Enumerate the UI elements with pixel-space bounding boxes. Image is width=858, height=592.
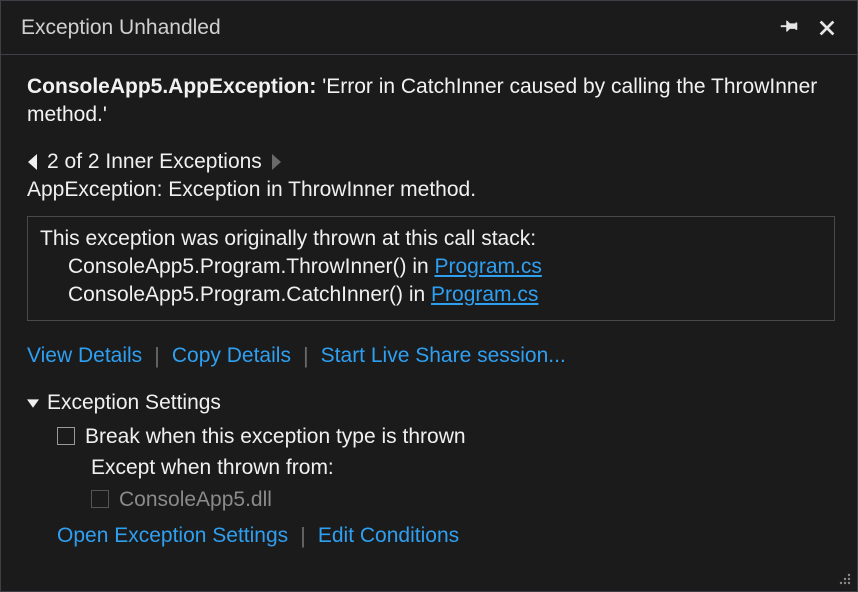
exception-settings-label: Exception Settings	[47, 391, 221, 415]
window-title: Exception Unhandled	[21, 16, 767, 40]
stack-file-link[interactable]: Program.cs	[431, 283, 538, 306]
settings-link-row: Open Exception Settings | Edit Condition…	[27, 523, 835, 549]
pin-icon[interactable]	[773, 12, 805, 44]
next-inner-icon	[270, 154, 282, 170]
inner-exception-desc: AppException: Exception in ThrowInner me…	[27, 178, 835, 202]
title-bar: Exception Unhandled	[1, 1, 857, 55]
live-share-link[interactable]: Start Live Share session...	[321, 344, 566, 368]
call-stack-intro: This exception was originally thrown at …	[40, 225, 822, 253]
break-when-label: Break when this exception type is thrown	[85, 421, 466, 453]
open-exception-settings-link[interactable]: Open Exception Settings	[57, 524, 288, 548]
break-when-checkbox[interactable]	[57, 427, 75, 445]
break-when-row: Break when this exception type is thrown	[57, 421, 835, 453]
separator: |	[298, 523, 308, 549]
action-link-row: View Details | Copy Details | Start Live…	[27, 343, 835, 369]
stack-frame-loc: ConsoleApp5.Program.ThrowInner() in	[68, 255, 435, 278]
copy-details-link[interactable]: Copy Details	[172, 344, 291, 368]
stack-frame: ConsoleApp5.Program.CatchInner() in Prog…	[40, 281, 822, 309]
resize-grip-icon[interactable]	[835, 569, 853, 587]
stack-file-link[interactable]: Program.cs	[435, 255, 542, 278]
except-when-label: Except when thrown from:	[57, 452, 835, 484]
module-row: ConsoleApp5.dll	[57, 484, 835, 516]
separator: |	[301, 343, 311, 369]
prev-inner-icon[interactable]	[27, 154, 39, 170]
module-label: ConsoleApp5.dll	[119, 484, 272, 516]
exception-settings-body: Break when this exception type is thrown…	[27, 421, 835, 516]
exception-settings-toggle[interactable]: Exception Settings	[27, 391, 835, 415]
inner-exception-nav: 2 of 2 Inner Exceptions	[27, 150, 835, 174]
separator: |	[152, 343, 162, 369]
expand-down-icon	[27, 397, 39, 409]
view-details-link[interactable]: View Details	[27, 344, 142, 368]
exception-message: ConsoleApp5.AppException: 'Error in Catc…	[27, 73, 835, 130]
exception-type: ConsoleApp5.AppException:	[27, 75, 316, 98]
edit-conditions-link[interactable]: Edit Conditions	[318, 524, 459, 548]
call-stack-box: This exception was originally thrown at …	[27, 216, 835, 321]
inner-exception-counter: 2 of 2 Inner Exceptions	[47, 150, 262, 174]
close-icon[interactable]	[811, 12, 843, 44]
stack-frame-loc: ConsoleApp5.Program.CatchInner() in	[68, 283, 431, 306]
module-checkbox	[91, 490, 109, 508]
content-area: ConsoleApp5.AppException: 'Error in Catc…	[1, 55, 857, 559]
stack-frame: ConsoleApp5.Program.ThrowInner() in Prog…	[40, 253, 822, 281]
